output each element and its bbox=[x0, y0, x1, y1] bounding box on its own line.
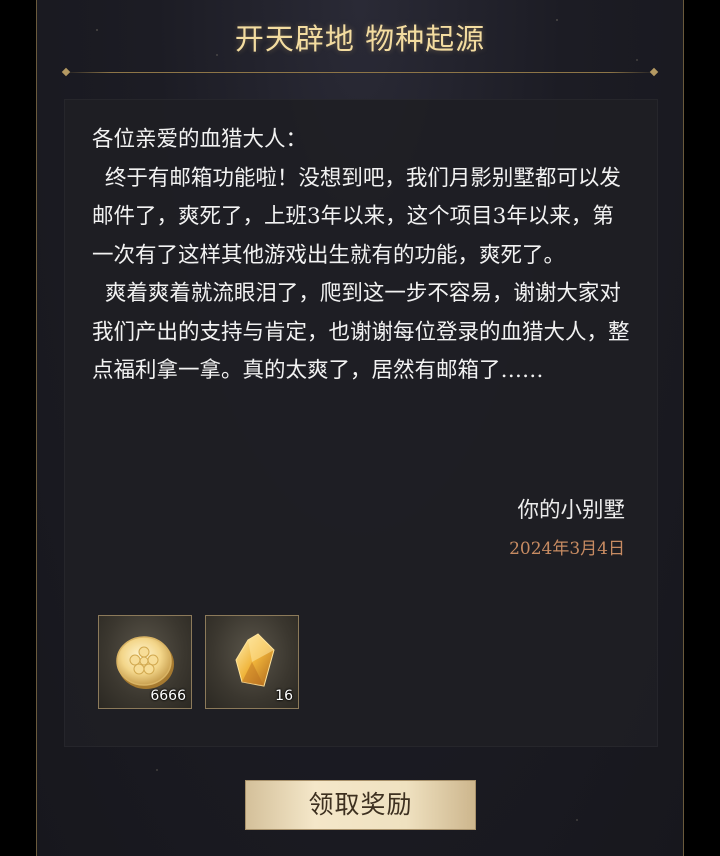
mail-title: 开天辟地 物种起源 bbox=[234, 22, 486, 56]
mail-body: 各位亲爱的血猎大人： 终于有邮箱功能啦！没想到吧，我们月影别墅都可以发邮件了，爽… bbox=[92, 121, 632, 391]
reward-item-gold-crystal[interactable]: 16 bbox=[205, 615, 299, 709]
title-divider bbox=[63, 72, 657, 73]
gold-crystal-icon bbox=[235, 633, 275, 687]
mail-window: 开天辟地 物种起源 各位亲爱的血猎大人： 终于有邮箱功能啦！没想到吧，我们月影别… bbox=[36, 0, 684, 856]
gold-coin-icon bbox=[116, 636, 174, 689]
mail-signature: 你的小别墅 bbox=[517, 498, 625, 523]
reward-quantity: 16 bbox=[275, 688, 293, 704]
mail-paragraph-2: 爽着爽着就流眼泪了，爬到这一步不容易，谢谢大家对我们产出的支持与肯定，也谢谢每位… bbox=[92, 281, 630, 383]
mail-date: 2024年3月4日 bbox=[509, 539, 625, 559]
reward-quantity: 6666 bbox=[150, 688, 186, 704]
mail-content-panel: 各位亲爱的血猎大人： 终于有邮箱功能啦！没想到吧，我们月影别墅都可以发邮件了，爽… bbox=[64, 99, 658, 747]
reward-item-gold-coin[interactable]: 6666 bbox=[98, 615, 192, 709]
claim-reward-button[interactable]: 领取奖励 bbox=[245, 780, 476, 830]
mail-paragraph-1: 终于有邮箱功能啦！没想到吧，我们月影别墅都可以发邮件了，爽死了，上班3年以来，这… bbox=[92, 165, 621, 268]
mail-greeting: 各位亲爱的血猎大人： bbox=[92, 127, 308, 152]
